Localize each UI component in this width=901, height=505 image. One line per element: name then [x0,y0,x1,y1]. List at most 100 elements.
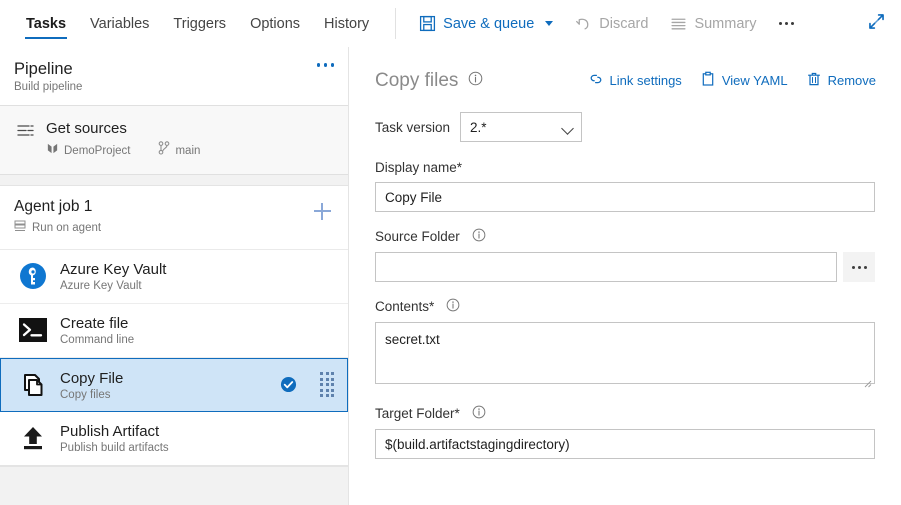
task-subtitle-copy-file: Copy files [60,389,268,401]
tab-options[interactable]: Options [238,0,312,47]
top-command-bar: Tasks Variables Triggers Options History [0,0,901,47]
contents-label: Contents * [375,298,875,315]
target-folder-input[interactable] [375,429,875,459]
target-folder-label-text: Target Folder [375,406,455,421]
source-folder-input[interactable] [375,252,837,282]
task-text-azure-key-vault: Azure Key Vault Azure Key Vault [60,260,334,292]
chevron-down-icon[interactable] [545,21,553,26]
get-sources-title: Get sources [46,119,200,138]
task-version-row: Task version [375,112,875,142]
task-version-label: Task version [375,120,450,135]
pipeline-tabs: Tasks Variables Triggers Options History [0,0,381,47]
get-sources-icon [14,119,36,138]
info-icon[interactable] [446,298,460,315]
task-subtitle-publish-artifact: Publish build artifacts [60,442,334,454]
expand-button[interactable] [863,11,889,37]
tab-history-label: History [324,16,369,32]
tab-tasks-label: Tasks [26,16,66,32]
task-row-azure-key-vault[interactable]: Azure Key Vault Azure Key Vault [0,250,348,304]
discard-button[interactable]: Discard [564,9,659,38]
display-name-label: Display name * [375,160,875,175]
agent-job-title: Agent job 1 [14,197,334,216]
pipeline-subtitle: Build pipeline [14,81,334,93]
tab-triggers[interactable]: Triggers [161,0,238,47]
pipeline-title: Pipeline [14,59,334,79]
task-settings-form: Task version Display name * Source Folde… [349,94,901,459]
task-name-create-file: Create file [60,314,334,333]
task-subtitle-create-file: Command line [60,334,334,346]
tab-variables-label: Variables [90,16,149,32]
get-sources-meta: DemoProject main [46,141,200,160]
tab-variables[interactable]: Variables [78,0,161,47]
info-icon[interactable] [472,405,486,422]
view-yaml-label: View YAML [722,73,788,88]
discard-label: Discard [599,16,648,32]
copy-files-icon [18,370,48,400]
view-yaml-button[interactable]: View YAML [691,67,797,94]
page-title: Copy files [375,70,458,92]
task-details-actions: Link settings View YAML [579,67,885,94]
link-settings-label: Link settings [610,73,682,88]
contents-field: Contents * secret.txt [375,298,875,389]
task-name-copy-file: Copy File [60,369,268,388]
link-settings-button[interactable]: Link settings [579,67,691,94]
task-version-select[interactable] [460,112,582,142]
info-icon[interactable] [468,71,483,91]
source-folder-field: Source Folder [375,228,875,282]
overflow-menu-button[interactable] [767,16,805,31]
toolbar-commands: Save & queue Discard [408,0,805,47]
agent-job-header[interactable]: Agent job 1 Run on agent [0,186,348,250]
pipeline-tree-panel: Pipeline Build pipeline [0,47,348,505]
branch-chunk: main [158,141,200,160]
required-marker: * [457,160,462,175]
task-row-publish-artifact[interactable]: Publish Artifact Publish build artifacts [0,412,348,466]
remove-label: Remove [828,73,876,88]
agent-icon [14,219,26,237]
summary-button[interactable]: Summary [659,9,767,38]
pipeline-more-options-icon[interactable] [317,63,335,67]
tab-tasks[interactable]: Tasks [14,0,78,47]
pipeline-header[interactable]: Pipeline Build pipeline [0,47,348,106]
save-icon [419,15,436,32]
task-details-header: Copy files Link settings [349,47,901,94]
repo-name: DemoProject [64,145,130,157]
save-and-queue-button[interactable]: Save & queue [408,9,564,38]
required-marker: * [455,406,460,421]
undo-icon [575,15,592,32]
task-name-azure-key-vault: Azure Key Vault [60,260,334,279]
clipboard-icon [700,71,716,90]
publish-artifact-icon [18,423,48,453]
target-folder-label: Target Folder * [375,405,875,422]
task-row-copy-file[interactable]: Copy File Copy files [0,358,348,412]
task-details-panel: Copy files Link settings [348,47,901,505]
tab-history[interactable]: History [312,0,381,47]
task-version-select-wrap [460,112,582,142]
contents-textarea-wrap: secret.txt [375,322,875,389]
trash-icon [806,71,822,90]
display-name-field: Display name * [375,160,875,212]
source-folder-label-text: Source Folder [375,229,460,244]
task-text-publish-artifact: Publish Artifact Publish build artifacts [60,422,334,454]
agent-job-card: Agent job 1 Run on agent [0,185,348,467]
task-row-create-file[interactable]: Create file Command line [0,304,348,358]
info-icon[interactable] [472,228,486,245]
agent-job-subtitle: Run on agent [14,219,334,237]
target-folder-field: Target Folder * [375,405,875,459]
azure-key-vault-icon [18,261,48,291]
display-name-input[interactable] [375,182,875,212]
source-folder-browse-button[interactable] [843,252,875,282]
expand-diagonal-icon [867,12,886,36]
agent-job-subtitle-label: Run on agent [32,222,101,234]
link-icon [588,71,604,90]
toolbar-divider [395,8,396,39]
display-name-label-text: Display name [375,160,457,175]
tab-triggers-label: Triggers [173,16,226,32]
add-task-button[interactable] [310,199,334,223]
drag-handle-icon[interactable] [320,372,334,397]
contents-textarea[interactable]: secret.txt [375,322,875,384]
command-line-icon [18,315,48,345]
get-sources-row[interactable]: Get sources DemoProject [0,106,348,175]
required-marker: * [429,299,434,314]
remove-button[interactable]: Remove [797,67,885,94]
tab-options-label: Options [250,16,300,32]
